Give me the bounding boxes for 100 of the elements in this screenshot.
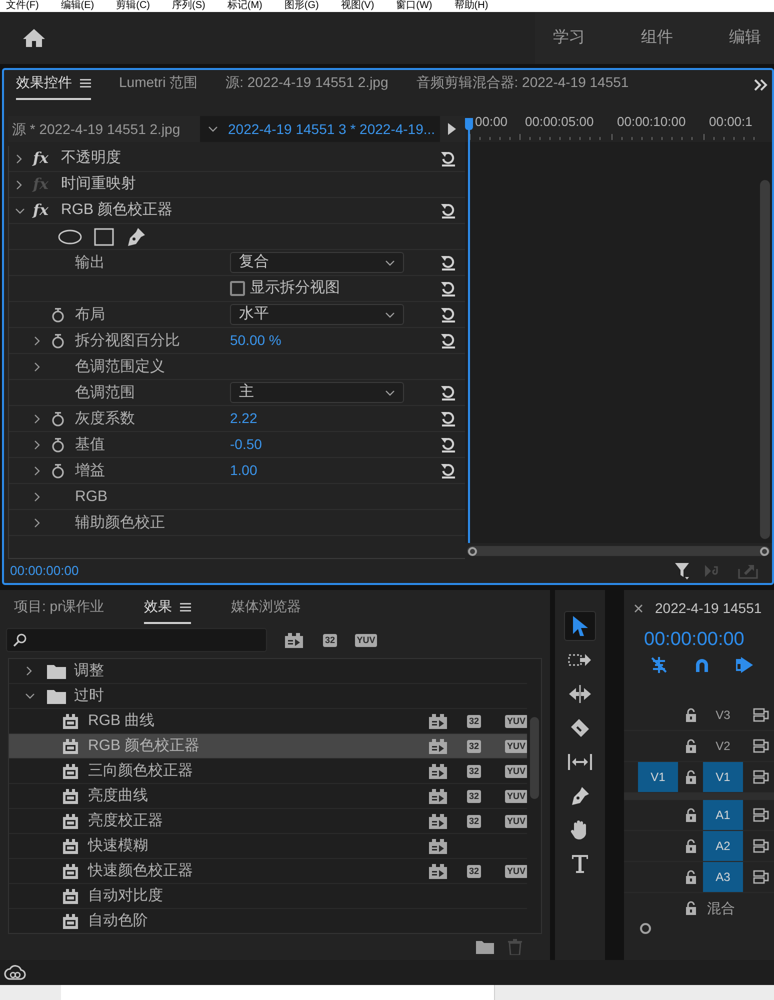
value-field[interactable]: 1.00 [230, 460, 258, 481]
nest-icon[interactable] [650, 656, 668, 674]
reset-icon[interactable] [439, 150, 457, 167]
chevron-right-icon[interactable] [33, 440, 41, 450]
panel-tab[interactable]: 音频剪辑混合器: 2022-4-19 14551 [416, 72, 629, 100]
chevron-right-icon[interactable] [33, 362, 41, 372]
effect-list-item[interactable]: 调整 [9, 659, 527, 684]
dropdown[interactable]: 主 [230, 382, 404, 403]
yuv-badge[interactable]: YUV [354, 634, 378, 646]
lock-icon[interactable] [684, 708, 696, 722]
panel-tab[interactable]: 媒体浏览器 [231, 596, 302, 624]
search-field[interactable] [6, 628, 267, 652]
menu-item[interactable]: 视图(V) [340, 0, 374, 12]
rectangle-icon[interactable] [94, 228, 114, 246]
magnet-icon[interactable] [694, 657, 710, 673]
chevron-right-icon[interactable] [15, 180, 23, 190]
effect-list-item[interactable]: 自动色阶 [9, 909, 527, 933]
value-field[interactable]: -0.50 [230, 434, 262, 455]
reset-icon[interactable] [439, 254, 457, 271]
fx-toggle[interactable]: fx [33, 199, 61, 222]
playhead[interactable] [465, 118, 473, 543]
checkbox[interactable] [230, 281, 245, 296]
folder-icon[interactable] [476, 940, 494, 954]
chevron-right-icon[interactable] [33, 492, 41, 502]
track-target-toggle[interactable]: A2 [703, 831, 743, 861]
lock-icon[interactable] [684, 900, 696, 916]
overflow-icon[interactable] [754, 79, 768, 91]
chevron-right-icon[interactable] [25, 666, 33, 676]
menu-item[interactable]: 编辑(E) [60, 0, 94, 12]
sync-lock-icon[interactable] [753, 770, 769, 784]
sync-lock-icon[interactable] [753, 870, 769, 884]
play-icon[interactable] [448, 123, 456, 135]
track-target-toggle[interactable]: V3 [703, 700, 743, 730]
creative-cloud-icon[interactable] [4, 964, 26, 980]
pen-icon[interactable] [126, 226, 146, 246]
track-target-toggle[interactable]: A3 [703, 862, 743, 892]
chevron-right-icon[interactable] [33, 336, 41, 346]
reset-icon[interactable] [439, 280, 457, 297]
reset-icon[interactable] [439, 384, 457, 401]
value-field[interactable]: 2.22 [230, 408, 258, 429]
effect-list-item[interactable]: 自动对比度 [9, 884, 527, 909]
effect-list-item[interactable]: RGB 颜色校正器 32 YUV [9, 734, 527, 759]
stopwatch-icon[interactable] [51, 332, 65, 348]
workspace-tab[interactable]: 编辑 [729, 26, 761, 50]
accelerated-effects-icon[interactable] [285, 632, 303, 648]
stopwatch-icon[interactable] [51, 410, 65, 426]
fx-toggle[interactable]: fx [33, 147, 61, 170]
lock-icon[interactable] [684, 838, 696, 854]
effect-list-item[interactable]: 快速模糊 [9, 834, 527, 859]
scrollbar-thumb[interactable] [530, 717, 538, 799]
stopwatch-icon[interactable] [51, 306, 65, 322]
ellipse-icon[interactable] [58, 228, 82, 244]
reset-icon[interactable] [439, 462, 457, 479]
reset-icon[interactable] [439, 332, 457, 349]
32-bit-badge[interactable]: 32 [322, 634, 337, 646]
effect-list-item[interactable]: 过时 [9, 684, 527, 709]
sync-lock-icon[interactable] [753, 739, 769, 753]
panel-tab[interactable]: 效果 [144, 596, 192, 624]
chevron-right-icon[interactable] [33, 466, 41, 476]
chevron-right-icon[interactable] [33, 414, 41, 424]
effect-list-item[interactable]: 亮度曲线 32 YUV [9, 784, 527, 809]
stopwatch-icon[interactable] [51, 462, 65, 478]
filter-icon[interactable] [674, 562, 690, 580]
sync-lock-icon[interactable] [753, 839, 769, 853]
chevron-down-icon[interactable] [15, 206, 25, 214]
effect-list-item[interactable]: 快速颜色校正器 32 YUV [9, 859, 527, 884]
selection-tool[interactable] [564, 611, 596, 641]
reset-icon[interactable] [439, 202, 457, 219]
workspace-tab[interactable]: 学习 [553, 26, 585, 50]
panel-tab[interactable]: Lumetri 范围 [119, 72, 198, 100]
value-field[interactable]: 50.00 % [230, 330, 282, 351]
panel-tab[interactable]: 源: 2022-4-19 14551 2.jpg [226, 72, 388, 100]
sync-lock-icon[interactable] [753, 708, 769, 722]
timecode[interactable]: 00:00:00:00 [644, 626, 744, 654]
sync-lock-icon[interactable] [753, 808, 769, 822]
menu-icon[interactable] [80, 78, 91, 88]
effect-list-item[interactable]: 亮度校正器 32 YUV [9, 809, 527, 834]
menu-item[interactable]: 标记(M) [227, 0, 262, 12]
chevron-right-icon[interactable] [33, 518, 41, 528]
scrollbar-handle[interactable] [640, 922, 651, 934]
menu-icon[interactable] [180, 602, 192, 612]
menu-item[interactable]: 帮助(H) [454, 0, 488, 12]
stopwatch-icon[interactable] [51, 436, 65, 452]
dropdown[interactable]: 复合 [230, 252, 404, 273]
scrollbar-thumb[interactable] [760, 180, 770, 539]
source-patch[interactable]: V1 [638, 762, 678, 792]
menu-item[interactable]: 图形(G) [284, 0, 319, 12]
reset-icon[interactable] [439, 410, 457, 427]
lock-icon[interactable] [684, 738, 696, 754]
home-icon[interactable] [22, 28, 46, 48]
linked-selection-icon[interactable] [736, 656, 754, 674]
workspace-tab[interactable]: 组件 [641, 26, 673, 50]
reset-icon[interactable] [439, 306, 457, 323]
chevron-down-icon[interactable] [25, 692, 35, 700]
effect-list-item[interactable]: 三向颜色校正器 32 YUV [9, 759, 527, 784]
sequence-selector[interactable]: 2022-4-19 14551 3 * 2022-4-19... [200, 116, 440, 142]
lock-icon[interactable] [684, 808, 696, 822]
track-target-toggle[interactable]: A1 [703, 800, 743, 830]
scrollbar[interactable] [467, 546, 770, 556]
track-target-toggle[interactable]: V1 [703, 762, 743, 792]
